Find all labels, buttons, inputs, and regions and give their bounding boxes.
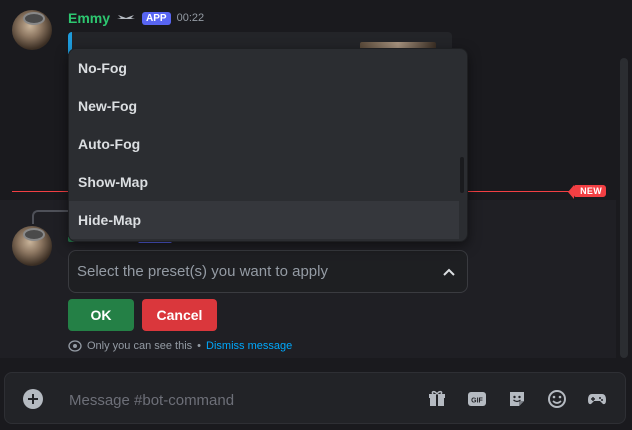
message-composer: GIF (4, 372, 626, 424)
message-input[interactable] (69, 390, 409, 410)
gif-icon[interactable]: GIF (467, 389, 487, 409)
preset-dropdown-menu: No-Fog New-Fog Auto-Fog Show-Map Hide-Ma… (68, 48, 468, 242)
avatar[interactable] (12, 10, 52, 50)
avatar[interactable] (12, 226, 52, 266)
sticker-icon[interactable] (507, 389, 527, 409)
plus-circle-icon[interactable] (23, 389, 43, 409)
eye-icon (68, 340, 82, 352)
dropdown-option[interactable]: Show-Map (69, 163, 467, 201)
dropdown-scrollbar[interactable] (460, 157, 464, 193)
message-header: Emmy APP 00:22 (68, 8, 204, 28)
wings-icon (117, 15, 136, 19)
cancel-button[interactable]: Cancel (142, 299, 217, 331)
dropdown-option[interactable]: Auto-Fog (69, 125, 467, 163)
reply-spine (32, 210, 70, 224)
svg-text:GIF: GIF (471, 398, 483, 405)
app-badge: APP (142, 11, 171, 25)
chat-scrollbar[interactable] (620, 58, 628, 358)
new-badge: NEW (568, 185, 606, 199)
chevron-up-icon (443, 268, 455, 276)
gift-icon[interactable] (427, 389, 447, 409)
dropdown-option[interactable]: Hide-Map (69, 201, 459, 239)
username[interactable]: Emmy (68, 10, 110, 26)
ephemeral-separator: • (197, 340, 202, 352)
dropdown-option[interactable]: No-Fog (69, 49, 467, 87)
gamepad-icon[interactable] (587, 389, 607, 409)
ephemeral-notice: Only you can see this • Dismiss message (68, 340, 292, 352)
ephemeral-text: Only you can see this (87, 340, 193, 352)
preset-select[interactable]: Select the preset(s) you want to apply (68, 250, 468, 293)
timestamp[interactable]: 00:22 (177, 12, 205, 24)
dismiss-message-link[interactable]: Dismiss message (206, 340, 292, 352)
emoji-icon[interactable] (547, 389, 567, 409)
dropdown-option[interactable]: New-Fog (69, 87, 467, 125)
select-placeholder: Select the preset(s) you want to apply (77, 263, 328, 280)
ok-button[interactable]: OK (68, 299, 134, 331)
